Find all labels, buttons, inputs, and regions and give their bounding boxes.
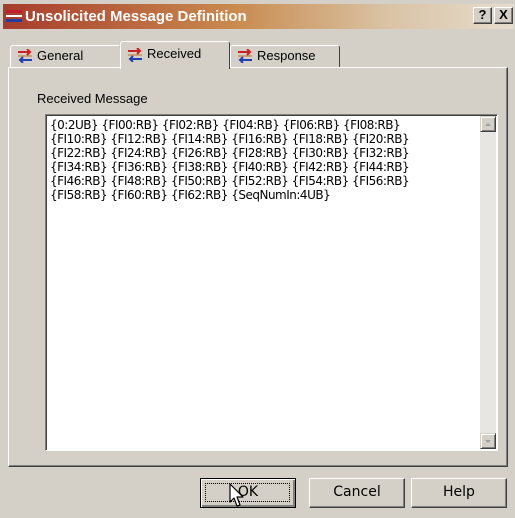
cancel-button[interactable]: Cancel — [309, 478, 405, 508]
tab-label: Response — [257, 48, 316, 63]
help-title-button[interactable]: ? — [473, 7, 492, 24]
tab-arrows-icon — [238, 49, 252, 63]
ok-button[interactable]: OK — [200, 478, 296, 508]
received-message-label: Received Message — [37, 91, 148, 106]
scroll-down-button[interactable] — [480, 433, 496, 449]
vertical-scrollbar[interactable] — [480, 116, 496, 449]
tab-response[interactable]: Response — [230, 45, 340, 68]
arrow-up-icon — [485, 123, 491, 126]
message-line: {FI46:RB} {FI48:RB} {FI50:RB} {FI52:RB} … — [50, 174, 410, 188]
tab-label: General — [37, 48, 84, 63]
scroll-up-button[interactable] — [480, 116, 496, 132]
title-bar[interactable]: Unsolicited Message Definition ? X — [3, 4, 514, 29]
message-text: {0:2UB} {FI00:RB} {FI02:RB} {FI04:RB} {F… — [50, 118, 470, 202]
window-title: Unsolicited Message Definition — [25, 8, 247, 25]
close-button[interactable]: X — [494, 7, 513, 24]
message-line: {FI34:RB} {FI36:RB} {FI38:RB} {FI40:RB} … — [50, 160, 410, 174]
received-message-textarea[interactable]: {0:2UB} {FI00:RB} {FI02:RB} {FI04:RB} {F… — [45, 114, 498, 451]
tab-arrows-icon — [6, 10, 22, 22]
arrow-down-icon — [485, 440, 491, 443]
message-line: {0:2UB} {FI00:RB} {FI02:RB} {FI04:RB} {F… — [50, 118, 401, 132]
dialog-window: Unsolicited Message Definition ? X Gener… — [0, 0, 515, 518]
tab-general[interactable]: General — [10, 45, 121, 68]
mouse-cursor-icon — [229, 483, 244, 507]
tab-arrows-icon — [18, 49, 32, 63]
message-line: {FI10:RB} {FI12:RB} {FI14:RB} {FI16:RB} … — [50, 132, 410, 146]
focus-rectangle — [205, 483, 290, 502]
help-button[interactable]: Help — [411, 478, 507, 508]
tab-label: Received — [147, 46, 202, 61]
tab-received[interactable]: Received — [120, 41, 230, 69]
message-line: {FI58:RB} {FI60:RB} {FI62:RB} {SeqNumIn:… — [50, 188, 331, 202]
tab-arrows-icon — [128, 48, 142, 62]
message-line: {FI22:RB} {FI24:RB} {FI26:RB} {FI28:RB} … — [50, 146, 410, 160]
